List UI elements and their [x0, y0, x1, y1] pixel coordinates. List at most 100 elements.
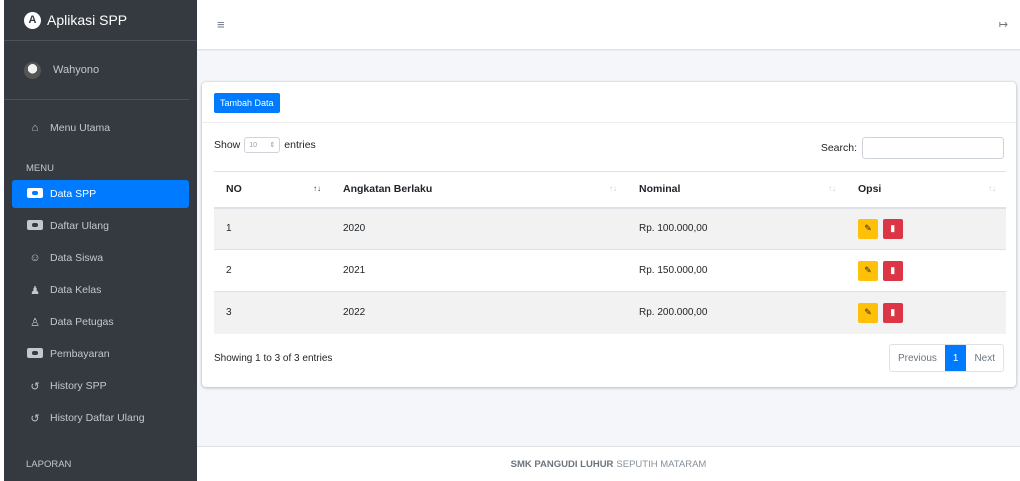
sidebar-item-label: Data Kelas: [50, 284, 102, 296]
table-row: 1 2020 Rp. 100.000,00 ✎ ▮: [214, 207, 1006, 250]
entries-select-value: 10: [249, 141, 258, 149]
previous-button[interactable]: Previous: [890, 345, 945, 371]
history-icon: ↺: [30, 412, 40, 425]
search-label: Search:: [820, 142, 857, 154]
sidebar-section-laporan: LAPORAN: [26, 458, 72, 470]
cell-no: 3: [214, 291, 331, 334]
brand-logo-icon: A: [24, 11, 41, 29]
delete-button[interactable]: ▮: [882, 218, 903, 239]
cell-no: 1: [214, 207, 331, 250]
cell-no: 2: [214, 249, 331, 292]
money-card-icon: [26, 187, 44, 201]
sidebar-item-label: Daftar Ulang: [50, 220, 109, 232]
brand-link[interactable]: A Aplikasi SPP: [4, 0, 197, 41]
table-controls: Show 10 ⇕ entries Search:: [202, 123, 1016, 171]
table-search: Search:: [821, 137, 1004, 159]
sidebar-item-menu-utama[interactable]: ⌂ Menu Utama: [4, 114, 189, 142]
user-name: Wahyono: [53, 64, 100, 76]
column-header-label: Nominal: [639, 183, 681, 196]
spp-table: NO ↑↓ Angkatan Berlaku ↑↓ Nominal ↑↓ Ops…: [214, 171, 1006, 334]
table-header-row: NO ↑↓ Angkatan Berlaku ↑↓ Nominal ↑↓ Ops…: [214, 171, 1006, 209]
credit-card-icon: [26, 347, 44, 361]
users-icon: ☺: [29, 252, 41, 264]
edit-icon: ✎: [864, 223, 872, 234]
content-area: Tambah Data Show 10 ⇕ entries Search: NO: [197, 50, 1020, 446]
sidebar-item-history-spp[interactable]: ↺ History SPP: [4, 372, 189, 400]
sidebar-item-label: Menu Utama: [50, 122, 111, 134]
sort-asc-icon: ↑↓: [313, 184, 321, 193]
sidebar-item-data-kelas[interactable]: ♟ Data Kelas: [4, 276, 189, 304]
card-header: Tambah Data: [202, 82, 1016, 123]
entries-select[interactable]: 10 ⇕: [244, 137, 281, 153]
data-card: Tambah Data Show 10 ⇕ entries Search: NO: [202, 82, 1016, 387]
trash-icon: ▮: [890, 223, 896, 234]
sidebar-item-data-spp[interactable]: Data SPP: [12, 180, 189, 208]
cell-angkatan: 2020: [331, 207, 627, 250]
user-panel[interactable]: Wahyono: [4, 41, 189, 100]
cell-actions: ✎ ▮: [846, 291, 1006, 334]
trash-icon: ▮: [890, 307, 896, 318]
avatar: [24, 61, 41, 79]
edit-icon: ✎: [864, 307, 872, 318]
sort-icon: ↑↓: [609, 184, 617, 193]
people-group-icon: ♟: [30, 284, 40, 297]
entries-label: entries: [284, 139, 316, 151]
sort-icon: ↑↓: [988, 184, 996, 193]
cell-nominal: Rp. 200.000,00: [627, 291, 846, 334]
table-row: 3 2022 Rp. 200.000,00 ✎ ▮: [214, 291, 1006, 334]
column-header-no[interactable]: NO ↑↓: [214, 171, 331, 209]
sidebar-item-data-petugas[interactable]: ♙ Data Petugas: [4, 308, 189, 336]
sidebar-item-label: History Daftar Ulang: [50, 412, 145, 424]
entries-info: Showing 1 to 3 of 3 entries: [214, 352, 333, 364]
column-header-label: NO: [226, 183, 242, 196]
column-header-label: Opsi: [858, 183, 882, 196]
delete-button[interactable]: ▮: [882, 302, 903, 323]
column-header-opsi[interactable]: Opsi ↑↓: [846, 171, 1006, 209]
sidebar-item-daftar-ulang[interactable]: Daftar Ulang: [4, 212, 189, 240]
sidebar-item-label: Data SPP: [50, 188, 97, 200]
sidebar-item-data-siswa[interactable]: ☺ Data Siswa: [4, 244, 189, 272]
pagination: Previous 1 Next: [888, 344, 1004, 372]
edit-icon: ✎: [864, 265, 872, 275]
page-button-current[interactable]: 1: [944, 345, 967, 371]
show-label: Show: [214, 139, 241, 151]
sidebar: A Aplikasi SPP Wahyono ⌂ Menu Utama MENU…: [0, 0, 197, 481]
trash-icon: ▮: [890, 265, 896, 275]
delete-button[interactable]: ▮: [882, 260, 903, 281]
sidebar-item-label: Data Petugas: [50, 316, 114, 328]
cell-nominal: Rp. 150.000,00: [627, 249, 846, 292]
footer-location: SEPUTIH MATARAM: [616, 458, 707, 470]
sidebar-item-label: Data Siswa: [50, 252, 104, 264]
table-footer: Showing 1 to 3 of 3 entries Previous 1 N…: [214, 344, 1004, 372]
cell-actions: ✎ ▮: [846, 207, 1006, 250]
site-footer: SMK PANGUDI LUHUR SEPUTIH MATARAM: [197, 446, 1020, 481]
cell-angkatan: 2022: [331, 291, 627, 334]
money-card-icon: [26, 219, 44, 233]
search-input[interactable]: [862, 137, 1004, 159]
sort-icon: ↑↓: [828, 184, 836, 193]
sidebar-section-menu: MENU: [26, 162, 54, 174]
cell-actions: ✎ ▮: [846, 249, 1006, 292]
top-navbar: ≡ ↦: [197, 0, 1020, 50]
sidebar-item-label: Pembayaran: [50, 348, 110, 360]
edit-button[interactable]: ✎: [858, 260, 878, 281]
sidebar-item-pembayaran[interactable]: Pembayaran: [4, 340, 189, 368]
column-header-angkatan[interactable]: Angkatan Berlaku ↑↓: [331, 171, 627, 209]
history-icon: ↺: [30, 380, 40, 393]
table-row: 2 2021 Rp. 150.000,00 ✎ ▮: [214, 249, 1006, 292]
sidebar-item-history-daftar-ulang[interactable]: ↺ History Daftar Ulang: [4, 404, 189, 432]
home-icon: ⌂: [31, 122, 39, 134]
logout-icon[interactable]: ↦: [999, 18, 1008, 31]
column-header-nominal[interactable]: Nominal ↑↓: [627, 171, 846, 209]
hamburger-menu-icon[interactable]: ≡: [217, 17, 225, 32]
edit-button[interactable]: ✎: [858, 302, 878, 323]
next-button[interactable]: Next: [966, 345, 1003, 371]
cell-nominal: Rp. 100.000,00: [627, 207, 846, 250]
add-data-button[interactable]: Tambah Data: [214, 93, 280, 113]
footer-school: SMK PANGUDI LUHUR: [510, 458, 614, 470]
column-header-label: Angkatan Berlaku: [343, 183, 433, 196]
edit-button[interactable]: ✎: [858, 218, 878, 239]
entries-length: Show 10 ⇕ entries: [214, 137, 316, 153]
select-arrows-icon: ⇕: [269, 142, 276, 149]
brand-title: Aplikasi SPP: [47, 12, 128, 28]
